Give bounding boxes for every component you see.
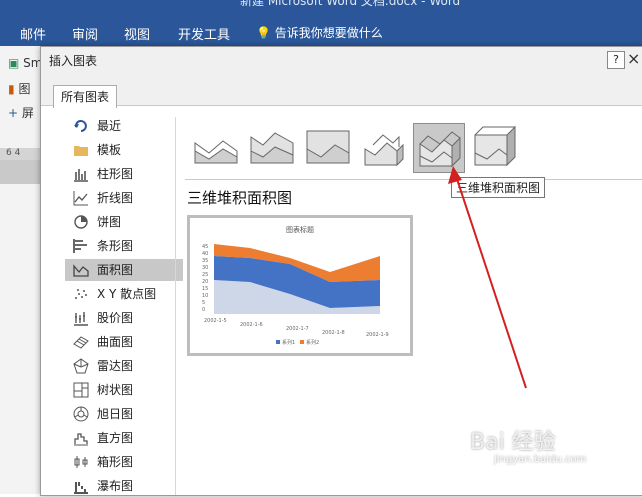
close-button[interactable]: × [627,49,640,68]
ribbon-item-smartart[interactable]: ▣ Sm [8,56,42,70]
word-ribbon-bar: 新建 Microsoft Word 文档.docx - Word 邮件 审阅 视… [0,0,642,46]
variant-100-stacked-area-button[interactable] [303,123,353,171]
preview-axis-tick: 0 [202,307,205,313]
category-templates[interactable]: 模板 [65,139,183,161]
preview-date-tick: 2002-1-6 [240,322,263,328]
surface-chart-icon [73,336,89,349]
preview-title: 图表标题 [286,225,314,234]
word-ribbon-left: ▣ Sm ▮ 图 + 屏 [0,46,42,494]
window-title: 新建 Microsoft Word 文档.docx - Word [240,0,461,8]
document-edge [0,160,40,184]
box-whisker-icon [74,456,88,468]
tab-all-charts[interactable]: 所有图表 [53,85,117,108]
histogram-icon [74,433,88,446]
preview-axis-tick: 30 [202,265,208,271]
ribbon-item-screenshot[interactable]: + 屏 [8,104,34,121]
preview-date-tick: 2002-1-7 [286,326,309,332]
stock-chart-icon [74,312,88,326]
category-stock[interactable]: 股价图 [65,307,183,329]
preview-legend-1: 系列1 [282,339,295,346]
category-scatter[interactable]: X Y 散点图 [65,283,183,305]
folder-icon [74,146,88,156]
category-radar[interactable]: 雷达图 [65,355,183,377]
variant-separator [185,179,642,180]
preview-date-tick: 2002-1-8 [322,330,345,336]
preview-axis-tick: 45 [202,244,208,250]
preview-axis-tick: 35 [202,258,208,264]
help-button[interactable]: ? [607,51,625,69]
column-chart-icon [74,169,88,182]
tell-me-box[interactable]: 💡 告诉我你想要做什么 [256,24,383,41]
category-sunburst[interactable]: 旭日图 [65,403,183,425]
tell-me-text: 告诉我你想要做什么 [274,26,383,40]
variant-stacked-area-button[interactable] [247,123,297,171]
sunburst-icon [73,406,89,422]
tab-bar [41,75,642,106]
variant-tooltip: 三维堆积面积图 [451,177,546,198]
scatter-chart-icon [75,289,87,299]
category-histogram[interactable]: 直方图 [65,427,183,449]
preview-axis-tick: 10 [202,293,208,299]
sidebar-divider [175,117,176,495]
pie-chart-icon [74,215,88,229]
variant-3d-stacked-area-button[interactable] [413,123,465,173]
treemap-icon [73,382,89,398]
preview-axis-tick: 5 [202,300,205,306]
menu-review[interactable]: 审阅 [72,24,98,43]
dialog-titlebar: 插入图表 ? × [41,47,642,75]
variant-3d-100-stacked-area-button[interactable] [469,123,519,171]
area-chart-icon [73,264,89,277]
preview-axis-tick: 25 [202,272,208,278]
category-recent[interactable]: 最近 [65,115,183,137]
preview-date-tick: 2002-1-9 [366,332,389,338]
dialog-title: 插入图表 [49,54,98,68]
waterfall-icon [74,482,88,494]
chart-category-list: 最近 模板 柱形图 折线图 饼图 条形图 面积图 X Y 散点图 股价图 曲面图… [61,115,183,495]
variant-area-button[interactable] [191,123,241,171]
menu-developer[interactable]: 开发工具 [178,24,230,43]
chart-preview[interactable]: 图表标题 45 40 35 30 25 20 15 10 5 0 2002-1-5 2002-1-6… [187,215,413,356]
category-column[interactable]: 柱形图 [65,163,183,185]
radar-chart-icon [73,358,89,374]
ribbon-item-chart[interactable]: ▮ 图 [8,80,30,97]
recent-icon [74,120,87,132]
category-treemap[interactable]: 树状图 [65,379,183,401]
category-bar[interactable]: 条形图 [65,235,183,257]
lightbulb-icon: 💡 [256,26,271,40]
bar-chart-icon [73,239,87,253]
preview-legend-2: 系列2 [306,339,319,346]
subtype-title: 三维堆积面积图 [187,189,293,207]
line-chart-icon [73,191,88,206]
menu-mailings[interactable]: 邮件 [20,24,46,43]
menu-view[interactable]: 视图 [124,24,150,43]
preview-legend-swatch-2 [300,340,304,344]
watermark-logo: Bai 经验 [470,430,556,455]
category-box-whisker[interactable]: 箱形图 [65,451,183,473]
preview-legend-swatch-1 [276,340,280,344]
category-surface[interactable]: 曲面图 [65,331,183,353]
category-line[interactable]: 折线图 [65,187,183,209]
category-pie[interactable]: 饼图 [65,211,183,233]
preview-axis-tick: 20 [202,279,208,285]
preview-date-tick: 2002-1-5 [204,318,227,324]
variant-3d-area-button[interactable] [359,123,409,171]
category-area[interactable]: 面积图 [65,259,183,281]
preview-axis-tick: 15 [202,286,208,292]
watermark-url: jingyan.baidu.com [494,454,587,465]
preview-chart-svg: 图表标题 454035302520151050 2002-1-5 2002-1-6… [202,225,389,346]
ruler: 6 4 [0,148,40,160]
preview-axis-tick: 40 [202,251,208,257]
